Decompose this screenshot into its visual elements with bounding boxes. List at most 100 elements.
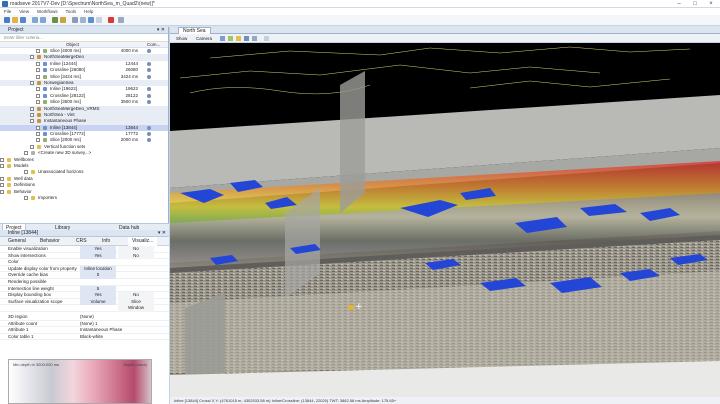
camera-menu[interactable]: Camera [196, 34, 212, 43]
menu-workflows[interactable]: Workflows [33, 8, 62, 15]
property-value-2[interactable]: Window [118, 305, 154, 312]
new-icon[interactable] [4, 17, 10, 23]
visibility-icon[interactable] [147, 100, 151, 105]
tool-icon-3[interactable] [88, 17, 94, 23]
export-icon[interactable] [60, 17, 66, 23]
checkbox[interactable] [30, 119, 34, 124]
checkbox[interactable] [24, 195, 28, 200]
property-value-1[interactable]: Yes [80, 292, 116, 299]
colorbar-right-label: Depth (more) [123, 362, 147, 367]
checkbox[interactable] [36, 125, 40, 130]
minimize-icon[interactable]: – [672, 0, 686, 8]
view-icon-2[interactable] [228, 36, 233, 41]
property-value-1[interactable]: Yes [80, 246, 116, 253]
checkbox[interactable] [0, 157, 4, 162]
view-icon-5[interactable] [252, 36, 257, 41]
redo-icon[interactable] [40, 17, 46, 23]
close-icon[interactable]: × [704, 0, 718, 8]
folder-icon [7, 189, 11, 194]
maximize-icon[interactable]: □ [688, 0, 702, 8]
checkbox[interactable] [0, 183, 4, 188]
property-value-1[interactable]: Inline location [80, 265, 116, 273]
attribute-value[interactable]: (None) [80, 314, 150, 321]
pin-icon[interactable]: ▾ ✕ [157, 27, 165, 34]
view-icon-4[interactable] [244, 36, 249, 41]
3d-scene-canvas[interactable]: + [170, 43, 720, 397]
property-value-1[interactable]: 0 [80, 272, 116, 279]
settings-icon[interactable] [118, 17, 124, 23]
filter-input[interactable]: Enter filter criteria... [0, 34, 168, 42]
checkbox[interactable] [36, 138, 40, 143]
property-value-2[interactable]: Slice [118, 298, 154, 306]
show-menu[interactable]: Show [176, 34, 187, 43]
property-value-1[interactable]: Volume [80, 298, 116, 306]
attribute-row: Attribute count (None) 1 [0, 321, 169, 328]
attribute-value[interactable]: Black-white [80, 334, 150, 341]
open-folder-icon[interactable] [12, 17, 18, 23]
visibility-icon[interactable] [147, 68, 151, 73]
property-value-2[interactable]: No [118, 252, 154, 260]
tab-info[interactable]: Info [98, 237, 114, 246]
tool-icon-2[interactable] [80, 17, 86, 23]
checkbox[interactable] [36, 49, 40, 53]
visibility-icon[interactable] [147, 132, 151, 137]
properties-header: Inline [13844] ▾ ✕ [0, 230, 169, 237]
checkbox[interactable] [36, 100, 40, 105]
checkbox[interactable] [36, 93, 40, 98]
view-icon-6[interactable] [264, 36, 269, 41]
property-value-1[interactable]: 5 [80, 285, 116, 293]
attribute-value[interactable]: (None) 1 [80, 321, 150, 328]
checkbox[interactable] [36, 74, 40, 79]
property-value-1[interactable]: Yes [80, 252, 116, 260]
visibility-icon[interactable] [147, 138, 151, 143]
checkbox[interactable] [0, 176, 4, 181]
menu-view[interactable]: View [15, 8, 33, 15]
tab-general[interactable]: General [4, 237, 30, 246]
tool-icon[interactable] [72, 17, 78, 23]
checkbox[interactable] [36, 132, 40, 137]
checkbox[interactable] [30, 55, 34, 60]
save-icon[interactable] [20, 17, 26, 23]
visibility-icon[interactable] [147, 74, 151, 79]
pin-icon-2[interactable]: ▾ ✕ [158, 230, 166, 237]
visibility-icon[interactable] [147, 61, 151, 66]
checkbox[interactable] [30, 144, 34, 149]
checkbox[interactable] [30, 106, 34, 111]
menu-help[interactable]: Help [80, 8, 97, 15]
property-value-2[interactable]: No [118, 246, 154, 253]
survey-icon [37, 112, 41, 117]
project-panel-title: Project [8, 27, 24, 33]
checkbox[interactable] [36, 87, 40, 92]
attribute-row: Attribute 1 Instantaneous Phase [0, 327, 169, 334]
view-icon[interactable] [220, 36, 225, 41]
checkbox[interactable] [36, 68, 40, 73]
visibility-icon[interactable] [147, 93, 151, 98]
project-panel-header: Project ▾ ✕ [0, 27, 168, 34]
checkbox[interactable] [36, 61, 40, 66]
inline-icon [43, 87, 47, 92]
menu-tools[interactable]: Tools [62, 8, 81, 15]
property-value-2[interactable]: No [118, 292, 154, 299]
visibility-icon[interactable] [147, 125, 151, 130]
tree-row[interactable]: Importers [0, 195, 168, 201]
checkbox[interactable] [30, 112, 34, 117]
checkbox[interactable] [0, 189, 4, 194]
checkbox[interactable] [24, 170, 28, 175]
tool-icon-4[interactable] [96, 17, 102, 23]
seismic-3d-view[interactable]: + [170, 43, 720, 397]
tab-crs[interactable]: CRS [72, 237, 91, 246]
attribute-value[interactable]: Instantaneous Phase [80, 327, 150, 334]
view-icon-3[interactable] [236, 36, 241, 41]
tab-behavior[interactable]: Behavior [36, 237, 64, 246]
tab-north-sea[interactable]: North Sea [178, 27, 211, 34]
visibility-icon[interactable] [147, 87, 151, 92]
checkbox[interactable] [30, 80, 34, 85]
undo-icon[interactable] [32, 17, 38, 23]
tab-visualization[interactable]: Visualiz... [128, 237, 158, 246]
checkbox[interactable] [24, 151, 28, 156]
checkbox[interactable] [0, 164, 4, 169]
stop-icon[interactable] [108, 17, 114, 23]
import-icon[interactable] [52, 17, 58, 23]
visibility-icon[interactable] [147, 49, 151, 53]
menu-file[interactable]: File [0, 8, 15, 15]
